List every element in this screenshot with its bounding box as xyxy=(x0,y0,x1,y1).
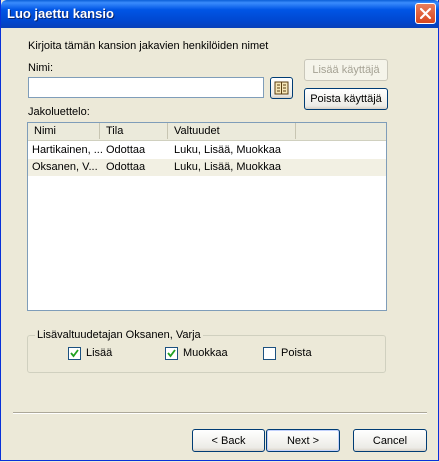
title-bar[interactable]: Luo jaettu kansio xyxy=(1,0,439,28)
address-book-icon xyxy=(274,81,289,95)
row-status: Odottaa xyxy=(106,144,146,156)
add-user-button[interactable]: Lisää käyttäjä xyxy=(304,59,388,81)
edit-permission-checkbox[interactable] xyxy=(165,347,178,360)
row-name: Oksanen, V... xyxy=(32,161,98,173)
instruction-text: Kirjoita tämän kansion jakavien henkilöi… xyxy=(28,40,269,52)
next-button[interactable]: Next > xyxy=(266,429,340,452)
name-input[interactable] xyxy=(28,77,264,98)
row-rights: Luku, Lisää, Muokkaa xyxy=(174,161,282,173)
column-header-name[interactable]: Nimi xyxy=(28,123,100,139)
name-label: Nimi: xyxy=(28,62,54,74)
remove-user-button[interactable]: Poista käyttäjä xyxy=(304,88,388,110)
cancel-button[interactable]: Cancel xyxy=(353,429,427,452)
back-button[interactable]: < Back xyxy=(192,429,265,452)
checkmark-icon xyxy=(167,349,176,358)
window-title: Luo jaettu kansio xyxy=(7,6,114,21)
table-row[interactable]: Oksanen, V... Odottaa Luku, Lisää, Muokk… xyxy=(28,159,386,176)
dialog-window: Luo jaettu kansio Kirjoita tämän kansion… xyxy=(0,0,439,461)
list-header: Nimi Tila Valtuudet xyxy=(28,123,386,141)
share-list-label: Jakoluettelo: xyxy=(28,106,90,118)
delete-permission-label[interactable]: Poista xyxy=(281,347,312,359)
delete-permission-checkbox[interactable] xyxy=(263,347,276,360)
permissions-group-title: Lisävaltuudetajan Oksanen, Varja xyxy=(35,329,203,341)
edit-permission-label[interactable]: Muokkaa xyxy=(183,347,228,359)
column-header-status[interactable]: Tila xyxy=(100,123,168,139)
footer-separator xyxy=(13,412,427,414)
add-permission-label[interactable]: Lisää xyxy=(86,347,112,359)
row-name: Hartikainen, ... xyxy=(32,144,103,156)
row-rights: Luku, Lisää, Muokkaa xyxy=(174,144,282,156)
close-icon xyxy=(419,7,432,20)
add-permission-checkbox[interactable] xyxy=(68,347,81,360)
checkmark-icon xyxy=(70,349,79,358)
share-list[interactable]: Nimi Tila Valtuudet Hartikainen, ... Odo… xyxy=(27,122,387,311)
row-status: Odottaa xyxy=(106,161,146,173)
column-header-rights[interactable]: Valtuudet xyxy=(168,123,296,139)
close-button[interactable] xyxy=(415,3,436,24)
table-row[interactable]: Hartikainen, ... Odottaa Luku, Lisää, Mu… xyxy=(28,142,386,159)
address-book-button[interactable] xyxy=(270,77,293,99)
permissions-group: Lisävaltuudetajan Oksanen, Varja Lisää M… xyxy=(27,329,386,373)
